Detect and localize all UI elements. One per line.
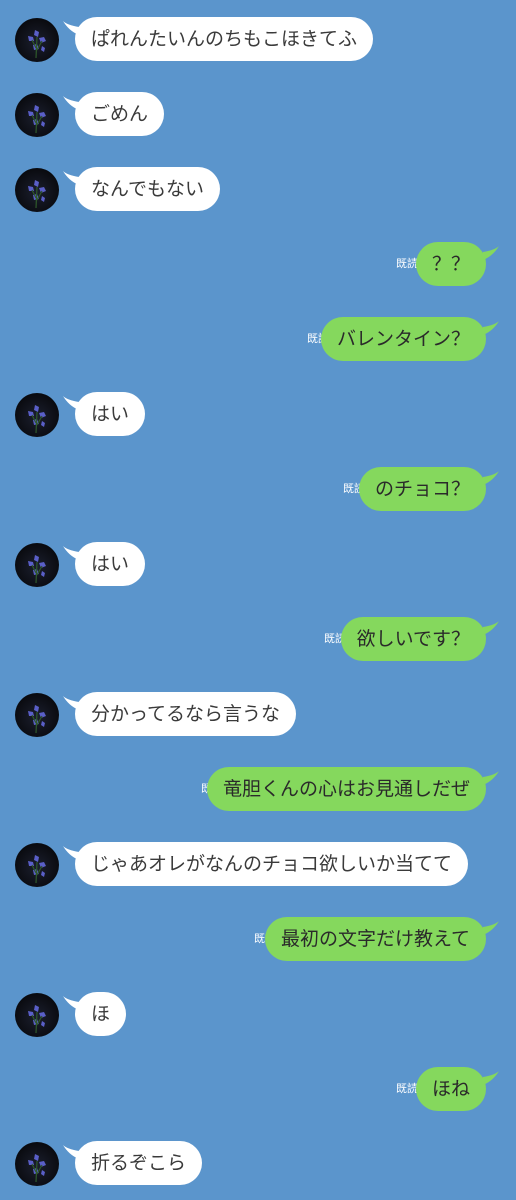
bubble-tail-icon bbox=[483, 621, 499, 635]
flower-avatar-icon[interactable] bbox=[15, 393, 59, 437]
message-bubble[interactable]: ？？ bbox=[415, 242, 486, 286]
message-row-incoming: なんでもない bbox=[0, 167, 516, 213]
message-bubble[interactable]: ぱれんたいんのちもこほきてふ bbox=[75, 17, 374, 61]
message-bubble[interactable]: のチョコ？ bbox=[358, 467, 486, 511]
message-row-outgoing: 既読 バレンタイン？ bbox=[0, 317, 516, 363]
bubble-tail-icon bbox=[483, 1071, 499, 1085]
flower-avatar-icon[interactable] bbox=[15, 18, 59, 62]
message-bubble[interactable]: ごめん bbox=[75, 92, 165, 136]
message-row-incoming: ぱれんたいんのちもこほきてふ bbox=[0, 17, 516, 63]
message-bubble[interactable]: バレンタイン？ bbox=[320, 317, 486, 361]
message-bubble[interactable]: じゃあオレがなんのチョコ欲しいか当てて bbox=[75, 842, 469, 886]
message-bubble[interactable]: ほ bbox=[75, 992, 127, 1036]
message-row-outgoing: 既読 欲しいです？ bbox=[0, 617, 516, 663]
bubble-tail-icon bbox=[483, 921, 499, 935]
flower-avatar-icon[interactable] bbox=[15, 993, 59, 1037]
flower-avatar-icon[interactable] bbox=[15, 693, 59, 737]
bubble-tail-icon bbox=[483, 771, 499, 785]
message-row-outgoing: 既読 ？？ bbox=[0, 242, 516, 288]
read-receipt: 既読 bbox=[396, 257, 418, 270]
bubble-tail-icon bbox=[483, 321, 499, 335]
message-row-incoming: ごめん bbox=[0, 92, 516, 138]
message-bubble[interactable]: 折るぞこら bbox=[75, 1141, 203, 1185]
bubble-tail-icon bbox=[483, 246, 499, 260]
message-row-incoming: じゃあオレがなんのチョコ欲しいか当てて bbox=[0, 842, 516, 888]
message-bubble[interactable]: 竜胆くんの心はお見通しだぜ bbox=[206, 767, 486, 811]
message-row-outgoing: 既読 のチョコ？ bbox=[0, 467, 516, 513]
message-row-outgoing: 既読 最初の文字だけ教えて bbox=[0, 917, 516, 963]
message-row-outgoing: 既読 竜胆くんの心はお見通しだぜ bbox=[0, 767, 516, 813]
message-bubble[interactable]: なんでもない bbox=[75, 167, 221, 211]
message-bubble[interactable]: 最初の文字だけ教えて bbox=[264, 917, 486, 961]
message-row-incoming: 分かってるなら言うな bbox=[0, 692, 516, 738]
flower-avatar-icon[interactable] bbox=[15, 543, 59, 587]
flower-avatar-icon[interactable] bbox=[15, 93, 59, 137]
message-row-outgoing: 既読 ほね bbox=[0, 1067, 516, 1113]
read-receipt: 既読 bbox=[396, 1082, 418, 1095]
chat-area: ぱれんたいんのちもこほきてふ ごめん なんでもない 既読 ？？ 既読 バレンタイ… bbox=[0, 0, 516, 1200]
message-bubble[interactable]: はい bbox=[75, 542, 146, 586]
flower-avatar-icon[interactable] bbox=[15, 843, 59, 887]
bubble-tail-icon bbox=[483, 471, 499, 485]
message-row-incoming: はい bbox=[0, 542, 516, 588]
message-row-incoming: はい bbox=[0, 392, 516, 438]
message-row-incoming: ほ bbox=[0, 992, 516, 1038]
message-bubble[interactable]: はい bbox=[75, 392, 146, 436]
flower-avatar-icon[interactable] bbox=[15, 1142, 59, 1186]
message-bubble[interactable]: 分かってるなら言うな bbox=[75, 692, 297, 736]
message-bubble[interactable]: 欲しいです？ bbox=[340, 617, 486, 661]
message-bubble[interactable]: ほね bbox=[415, 1067, 486, 1111]
flower-avatar-icon[interactable] bbox=[15, 168, 59, 212]
message-row-incoming: 折るぞこら bbox=[0, 1141, 516, 1187]
